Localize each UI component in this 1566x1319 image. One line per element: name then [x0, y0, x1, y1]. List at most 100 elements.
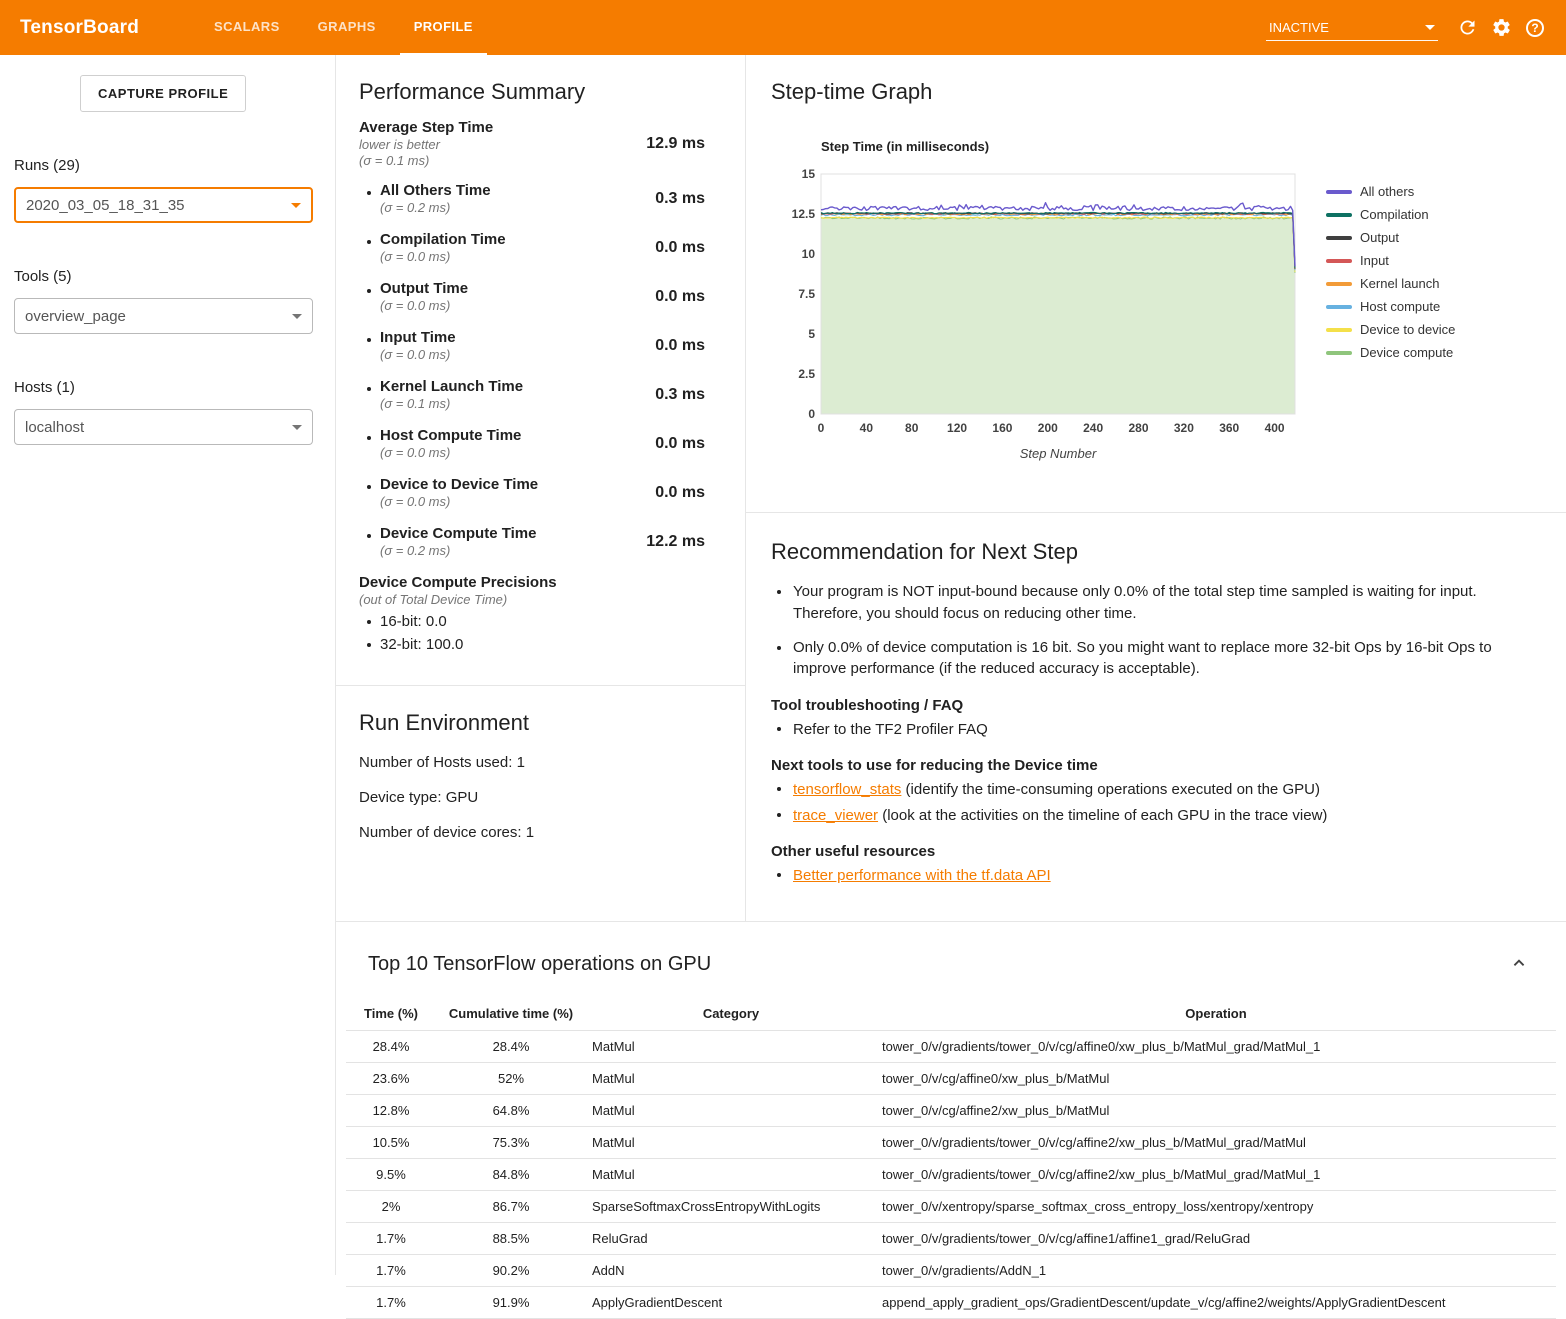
perf-item-label: Output Time	[380, 280, 468, 297]
legend-label: Input	[1360, 253, 1389, 268]
collapse-button[interactable]	[1504, 948, 1534, 981]
legend-item: Device to device	[1326, 322, 1455, 337]
tab-profile[interactable]: PROFILE	[400, 0, 487, 55]
cumulative-time-cell: 84.8%	[436, 1159, 586, 1191]
cumulative-time-cell: 28.4%	[436, 1031, 586, 1063]
recommendation-link[interactable]: tensorflow_stats	[793, 781, 901, 798]
perf-item-text: Compilation Time(σ = 0.0 ms)	[380, 231, 506, 264]
legend-label: Compilation	[1360, 207, 1429, 222]
average-step-time-text: Average Step Time lower is better (σ = 0…	[359, 119, 493, 168]
precisions-label: Device Compute Precisions	[359, 574, 705, 591]
hosts-dropdown[interactable]: localhost	[14, 409, 313, 445]
runs-dropdown[interactable]: 2020_03_05_18_31_35	[14, 187, 313, 223]
step-time-graph-title: Step-time Graph	[771, 79, 1546, 105]
status-dropdown[interactable]: INACTIVE	[1266, 15, 1438, 41]
tools-label: Tools (5)	[14, 268, 313, 285]
table-row: 1.7%90.2%AddNtower_0/v/gradients/AddN_1	[346, 1255, 1556, 1287]
perf-item-label: Device Compute Time	[380, 525, 536, 542]
perf-item-label: Device to Device Time	[380, 476, 538, 493]
perf-item-value: 0.3 ms	[655, 386, 705, 404]
recommendation-heading: Tool troubleshooting / FAQ	[771, 697, 1526, 714]
average-step-time-label: Average Step Time	[359, 119, 493, 136]
recommendation-heading: Next tools to use for reducing the Devic…	[771, 757, 1526, 774]
recommendation-link[interactable]: trace_viewer	[793, 807, 878, 824]
chart-area: 02.557.51012.515040801201602002402803203…	[771, 162, 1546, 472]
perf-summary-item: All Others Time(σ = 0.2 ms)0.3 ms	[367, 182, 705, 215]
legend-label: All others	[1360, 184, 1414, 199]
chart-legend: All othersCompilationOutputInputKernel l…	[1326, 184, 1455, 472]
chevron-up-icon	[1508, 952, 1530, 974]
perf-item-value: 0.3 ms	[655, 190, 705, 208]
perf-item-text: Device to Device Time(σ = 0.0 ms)	[380, 476, 538, 509]
run-environment-title: Run Environment	[359, 710, 722, 736]
category-cell: ApplyGradientDescent	[586, 1287, 876, 1319]
chevron-down-icon	[1425, 25, 1435, 30]
table-row: 23.6%52%MatMultower_0/v/cg/affine0/xw_pl…	[346, 1063, 1556, 1095]
refresh-button[interactable]	[1450, 11, 1484, 45]
operation-cell: tower_0/v/gradients/tower_0/v/cg/affine2…	[876, 1127, 1556, 1159]
recommendation-title: Recommendation for Next Step	[771, 539, 1526, 565]
perf-item-value: 0.0 ms	[655, 435, 705, 453]
step-time-graph-section: Step-time Graph Step Time (in millisecon…	[746, 55, 1566, 513]
recommendation-item: Refer to the TF2 Profiler FAQ	[777, 719, 1526, 740]
perf-item-text: Kernel Launch Time(σ = 0.1 ms)	[380, 378, 523, 411]
help-button[interactable]: ?	[1518, 11, 1552, 45]
recommendation-bullet: Your program is NOT input-bound because …	[777, 581, 1526, 625]
operation-cell: tower_0/v/gradients/AddN_1	[876, 1255, 1556, 1287]
recommendation-bullet: Only 0.0% of device computation is 16 bi…	[777, 637, 1526, 681]
y-tick-label: 0	[808, 407, 815, 421]
y-tick-label: 7.5	[798, 287, 815, 301]
perf-item-label: Host Compute Time	[380, 427, 521, 444]
run-environment: Run Environment Number of Hosts used: 1D…	[336, 686, 745, 883]
column-header-time: Time (%)	[346, 997, 436, 1031]
gear-icon	[1491, 17, 1512, 38]
chevron-down-icon	[292, 425, 302, 430]
x-tick-label: 320	[1174, 421, 1194, 435]
settings-button[interactable]	[1484, 11, 1518, 45]
hosts-label: Hosts (1)	[14, 379, 313, 396]
right-column: Step-time Graph Step Time (in millisecon…	[746, 55, 1566, 921]
operation-cell: tower_0/v/gradients/tower_0/v/cg/affine1…	[876, 1223, 1556, 1255]
legend-swatch-input	[1326, 259, 1352, 263]
legend-label: Kernel launch	[1360, 276, 1440, 291]
x-tick-label: 120	[947, 421, 967, 435]
sidebar: CAPTURE PROFILE Runs (29) 2020_03_05_18_…	[0, 55, 335, 1275]
operation-cell: tower_0/v/cg/affine2/xw_plus_b/MatMul	[876, 1095, 1556, 1127]
x-tick-label: 40	[860, 421, 874, 435]
top-ops-section: Top 10 TensorFlow operations on GPU Time…	[336, 921, 1566, 1319]
legend-item: Input	[1326, 253, 1455, 268]
cumulative-time-cell: 90.2%	[436, 1255, 586, 1287]
category-cell: ReluGrad	[586, 1223, 876, 1255]
y-tick-label: 2.5	[798, 367, 815, 381]
hosts-dropdown-value: localhost	[25, 419, 84, 436]
perf-item-sigma: (σ = 0.0 ms)	[380, 347, 456, 362]
chart-title: Step Time (in milliseconds)	[821, 139, 1546, 154]
precision-item: 16-bit: 0.0	[367, 613, 705, 630]
tools-dropdown[interactable]: overview_page	[14, 298, 313, 334]
run-environment-lines: Number of Hosts used: 1Device type: GPUN…	[359, 754, 722, 841]
average-step-time-value: 12.9 ms	[646, 135, 705, 153]
recommendation-items: Better performance with the tf.data API	[771, 865, 1526, 886]
capture-profile-button[interactable]: CAPTURE PROFILE	[80, 75, 246, 112]
runs-dropdown-value: 2020_03_05_18_31_35	[26, 197, 185, 214]
table-row: 1.7%88.5%ReluGradtower_0/v/gradients/tow…	[346, 1223, 1556, 1255]
perf-summary-item: Device Compute Time(σ = 0.2 ms)12.2 ms	[367, 525, 705, 558]
category-cell: MatMul	[586, 1063, 876, 1095]
performance-breakdown-list: All Others Time(σ = 0.2 ms)0.3 ms Compila…	[359, 182, 705, 558]
recommendation-link[interactable]: Better performance with the tf.data API	[793, 867, 1051, 884]
app-header: TensorBoard SCALARSGRAPHSPROFILE INACTIV…	[0, 0, 1566, 55]
performance-summary: Performance Summary Average Step Time lo…	[336, 55, 745, 686]
legend-label: Device compute	[1360, 345, 1453, 360]
legend-item: Device compute	[1326, 345, 1455, 360]
environment-line: Number of device cores: 1	[359, 824, 722, 841]
help-icon: ?	[1526, 19, 1544, 37]
table-row: 9.5%84.8%MatMultower_0/v/gradients/tower…	[346, 1159, 1556, 1191]
perf-item-text: Host Compute Time(σ = 0.0 ms)	[380, 427, 521, 460]
legend-label: Host compute	[1360, 299, 1440, 314]
x-tick-label: 240	[1083, 421, 1103, 435]
y-tick-label: 5	[808, 327, 815, 341]
perf-item-value: 12.2 ms	[646, 533, 705, 551]
tab-scalars[interactable]: SCALARS	[200, 0, 294, 55]
tab-graphs[interactable]: GRAPHS	[304, 0, 390, 55]
performance-summary-title: Performance Summary	[359, 79, 705, 105]
